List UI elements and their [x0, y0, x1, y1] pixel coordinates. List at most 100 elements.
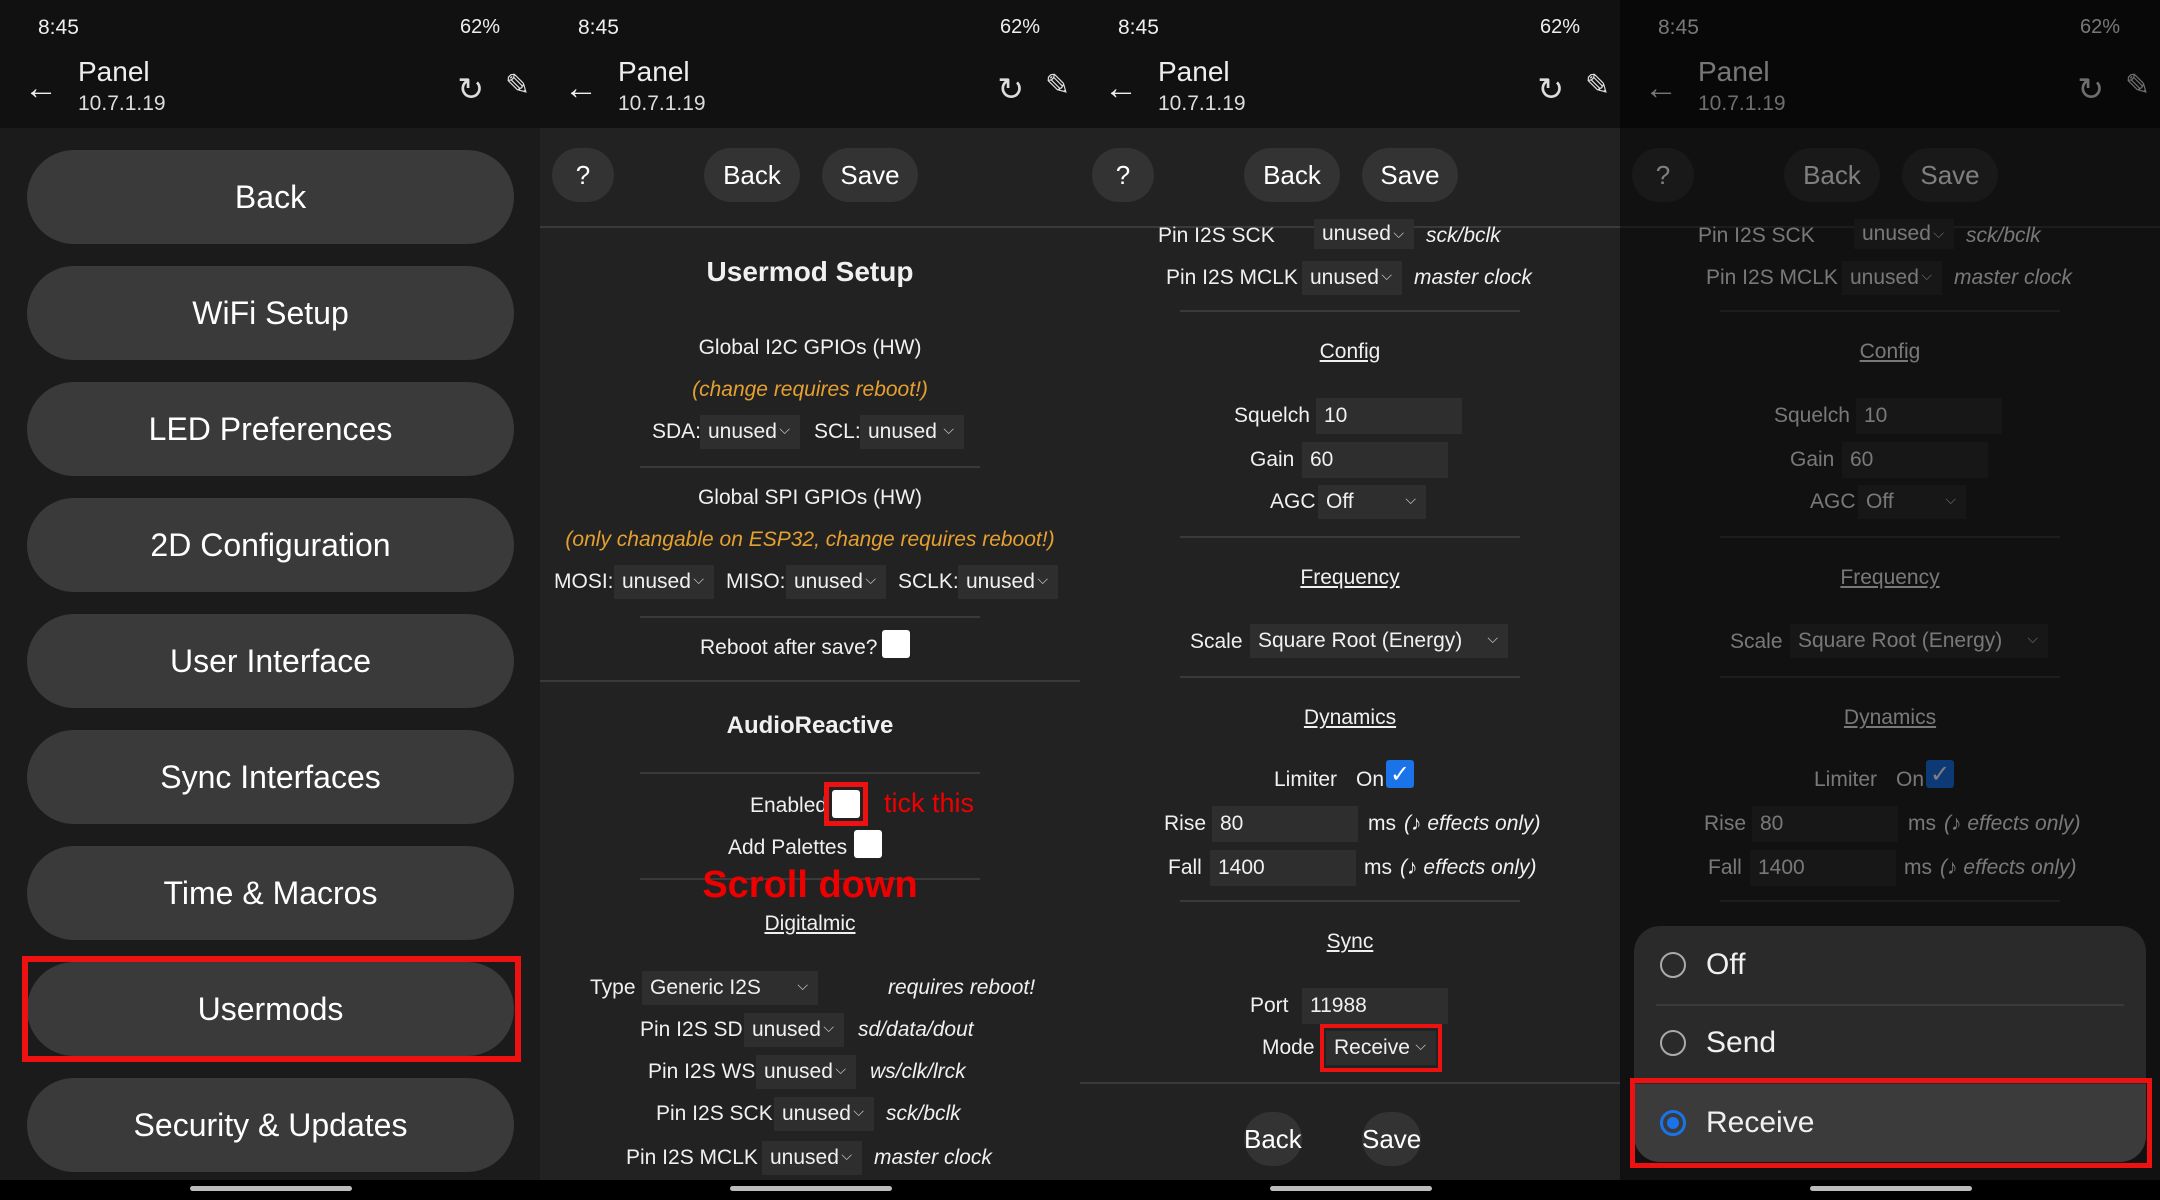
select-value: unused: [782, 1102, 851, 1125]
radio-off[interactable]: [1660, 952, 1686, 978]
sck-label: Pin I2S SCK: [1158, 224, 1275, 247]
sda-select[interactable]: unused ⌵: [700, 415, 800, 449]
scroll-down-note: Scroll down: [702, 864, 918, 906]
chevron-down-icon: ⌵: [1037, 571, 1048, 587]
add-palettes-checkbox[interactable]: [854, 830, 882, 858]
app-bar: ← Panel 10.7.1.19 ↻ ✎: [0, 56, 540, 128]
sck-select[interactable]: unused⌵: [774, 1097, 874, 1131]
limiter-label: Limiter: [1274, 768, 1338, 791]
select-value: unused: [770, 1146, 839, 1169]
help-button[interactable]: ?: [1092, 148, 1154, 202]
select-value: unused: [868, 420, 937, 443]
status-time: 8:45: [578, 16, 619, 39]
bottom-back-button[interactable]: Back: [1244, 1112, 1302, 1166]
mosi-select[interactable]: unused ⌵: [614, 565, 714, 599]
type-select[interactable]: Generic I2S ⌵: [642, 971, 818, 1005]
menu-time-macros-button[interactable]: Time & Macros: [27, 846, 514, 940]
gain-label: Gain: [1250, 448, 1295, 471]
status-bar: 8:45 62%: [540, 0, 1080, 56]
battery-level: 62%: [459, 16, 500, 38]
back-arrow-icon[interactable]: ←: [564, 70, 598, 106]
reload-icon[interactable]: ↻: [997, 70, 1024, 108]
pencil-icon[interactable]: ✎: [1045, 68, 1070, 103]
squelch-input[interactable]: 10: [1316, 398, 1462, 434]
menu-user-interface-button[interactable]: User Interface: [27, 614, 514, 708]
reboot-checkbox[interactable]: [882, 630, 910, 658]
squelch-label: Squelch: [1234, 404, 1310, 427]
home-pill[interactable]: [190, 1186, 352, 1191]
save-button[interactable]: Save: [1362, 148, 1458, 202]
option-send[interactable]: Send: [1634, 1004, 2146, 1082]
status-time: 8:45: [1118, 16, 1159, 39]
select-value: Receive: [1334, 1036, 1410, 1059]
menu-led-preferences-button[interactable]: LED Preferences: [27, 382, 514, 476]
limiter-on-label: On: [1356, 768, 1385, 791]
mode-label: Mode: [1262, 1036, 1315, 1059]
chevron-down-icon: ⌵: [841, 1147, 852, 1163]
help-button[interactable]: ?: [552, 148, 614, 202]
screen-4: 8:45 62% ← Panel 10.7.1.19 ↻ ✎ ? Back Sa…: [1620, 0, 2160, 1200]
mclk-select[interactable]: unused⌵: [1302, 261, 1402, 295]
scl-select[interactable]: unused ⌵: [860, 415, 964, 449]
select-value: Off: [1326, 490, 1354, 513]
bottom-save-button[interactable]: Save: [1362, 1112, 1422, 1166]
home-pill[interactable]: [1270, 1186, 1432, 1191]
chevron-down-icon: ⌵: [693, 571, 704, 587]
save-button[interactable]: Save: [822, 148, 918, 202]
menu-security-updates-button[interactable]: Security & Updates: [27, 1078, 514, 1172]
status-bar: 8:45 62%: [1080, 0, 1620, 56]
option-send-label: Send: [1706, 1026, 1777, 1059]
rise-effects-note: (♪ effects only): [1404, 812, 1541, 835]
limiter-checkbox[interactable]: ✓: [1386, 760, 1414, 788]
sck-note: sck/bclk: [886, 1102, 961, 1125]
page-title: Usermod Setup: [706, 256, 914, 287]
fall-input[interactable]: 1400: [1210, 850, 1356, 886]
chevron-down-icon: ⌵: [1381, 267, 1392, 283]
option-off[interactable]: Off: [1634, 926, 2146, 1004]
home-pill[interactable]: [1810, 1186, 1972, 1191]
enabled-checkbox[interactable]: [832, 790, 860, 818]
mclk-select[interactable]: unused⌵: [762, 1141, 862, 1175]
back-arrow-icon[interactable]: ←: [1104, 70, 1138, 106]
back-button[interactable]: Back: [704, 148, 800, 202]
home-pill[interactable]: [730, 1186, 892, 1191]
spi-note: (only changable on ESP32, change require…: [565, 528, 1055, 551]
radio-send[interactable]: [1660, 1030, 1686, 1056]
sclk-select[interactable]: unused ⌵: [958, 565, 1058, 599]
reload-icon[interactable]: ↻: [457, 70, 484, 108]
menu-back-button[interactable]: Back: [27, 150, 514, 244]
app-bar: ← Panel 10.7.1.19 ↻ ✎: [1080, 56, 1620, 128]
sd-select[interactable]: unused ⌵: [744, 1013, 844, 1047]
agc-select[interactable]: Off ⌵: [1318, 485, 1426, 519]
chevron-down-icon: ⌵: [865, 571, 876, 587]
battery-level: 62%: [1539, 16, 1580, 38]
sck-select[interactable]: unused⌵: [1314, 219, 1414, 249]
reload-icon[interactable]: ↻: [1537, 70, 1564, 108]
back-arrow-icon[interactable]: ←: [24, 70, 58, 106]
divider: [640, 466, 980, 468]
sclk-label: SCLK:: [898, 570, 959, 593]
chevron-down-icon: ⌵: [1487, 630, 1498, 646]
agc-label: AGC: [1270, 490, 1316, 513]
port-input[interactable]: 11988: [1302, 988, 1448, 1024]
rise-input[interactable]: 80: [1212, 806, 1358, 842]
app-subtitle: 10.7.1.19: [618, 92, 706, 115]
scl-label: SCL:: [814, 420, 861, 443]
back-button[interactable]: Back: [1244, 148, 1340, 202]
menu-wifi-setup-button[interactable]: WiFi Setup: [27, 266, 514, 360]
sck-label: Pin I2S SCK: [656, 1102, 773, 1125]
mode-select[interactable]: Receive ⌵: [1326, 1031, 1436, 1065]
pencil-icon[interactable]: ✎: [1585, 68, 1610, 103]
chevron-down-icon: ⌵: [1405, 491, 1416, 507]
scale-select[interactable]: Square Root (Energy) ⌵: [1250, 624, 1508, 658]
menu-sync-interfaces-button[interactable]: Sync Interfaces: [27, 730, 514, 824]
select-value: unused: [752, 1018, 821, 1041]
chevron-down-icon: ⌵: [797, 977, 808, 993]
ws-select[interactable]: unused ⌵: [756, 1055, 856, 1089]
pencil-icon[interactable]: ✎: [505, 68, 530, 103]
menu-2d-configuration-button[interactable]: 2D Configuration: [27, 498, 514, 592]
miso-select[interactable]: unused ⌵: [786, 565, 886, 599]
port-label: Port: [1250, 994, 1289, 1017]
status-bar: 8:45 62%: [0, 0, 540, 56]
gain-input[interactable]: 60: [1302, 442, 1448, 478]
